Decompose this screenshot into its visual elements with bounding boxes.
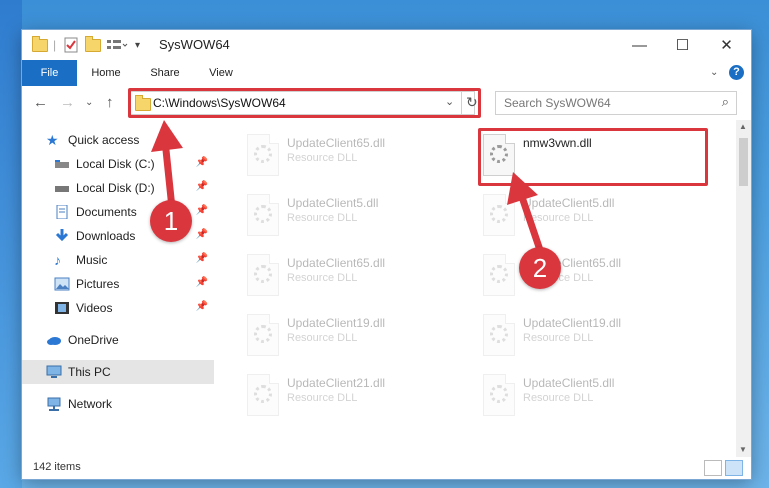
annotation-arrows bbox=[151, 120, 544, 254]
arrow-2-shaft bbox=[519, 196, 544, 254]
annotation-badge-1: 1 bbox=[150, 200, 192, 242]
arrow-1-head bbox=[151, 120, 183, 152]
annotation-badge-2: 2 bbox=[519, 247, 561, 289]
